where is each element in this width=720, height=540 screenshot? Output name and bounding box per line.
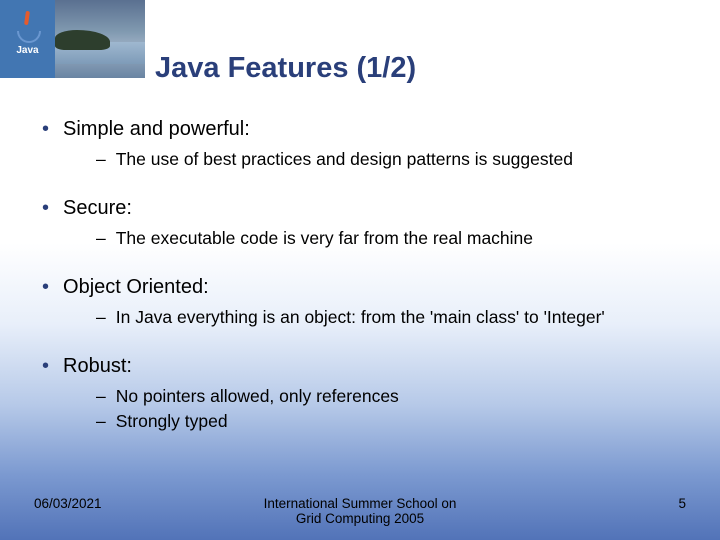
bullet-level1: • Simple and powerful: xyxy=(42,118,700,141)
bullet-dash-icon: – xyxy=(96,228,106,249)
bullet-sub: In Java everything is an object: from th… xyxy=(116,307,605,328)
footer-center-line2: Grid Computing 2005 xyxy=(296,511,424,526)
bullet-dash-icon: – xyxy=(96,307,106,328)
bullet-sub: No pointers allowed, only references xyxy=(116,386,399,407)
bullet-dash-icon: – xyxy=(96,386,106,407)
bullet-group: • Object Oriented: – In Java everything … xyxy=(42,276,700,328)
bullet-sub: Strongly typed xyxy=(116,411,228,432)
java-logo-text: Java xyxy=(16,45,38,56)
slide-footer: 06/03/2021 International Summer School o… xyxy=(0,494,720,530)
bullet-group: • Robust: – No pointers allowed, only re… xyxy=(42,355,700,432)
java-logo: Java xyxy=(0,0,55,78)
bullet-level2: – No pointers allowed, only references xyxy=(96,386,700,407)
bullet-dot-icon: • xyxy=(42,356,49,376)
footer-page-number: 5 xyxy=(678,496,686,511)
java-cup-icon xyxy=(15,23,41,43)
bullet-dot-icon: • xyxy=(42,119,49,139)
bullet-dash-icon: – xyxy=(96,149,106,170)
bullet-dash-icon: – xyxy=(96,411,106,432)
bullet-heading: Simple and powerful: xyxy=(63,118,250,141)
bullet-heading: Robust: xyxy=(63,355,132,378)
bullet-level2: – In Java everything is an object: from … xyxy=(96,307,700,328)
slide-title: Java Features (1/2) xyxy=(155,52,416,85)
decorative-landscape-icon xyxy=(55,0,145,78)
footer-center-line1: International Summer School on xyxy=(264,496,457,511)
bullet-sub: The executable code is very far from the… xyxy=(116,228,533,249)
bullet-group: • Simple and powerful: – The use of best… xyxy=(42,118,700,170)
bullet-group: • Secure: – The executable code is very … xyxy=(42,197,700,249)
footer-center: International Summer School on Grid Comp… xyxy=(0,496,720,526)
bullet-level2: – The executable code is very far from t… xyxy=(96,228,700,249)
bullet-level1: • Robust: xyxy=(42,355,700,378)
bullet-level2: – The use of best practices and design p… xyxy=(96,149,700,170)
bullet-sub: The use of best practices and design pat… xyxy=(116,149,573,170)
bullet-dot-icon: • xyxy=(42,198,49,218)
bullet-heading: Object Oriented: xyxy=(63,276,209,299)
bullet-heading: Secure: xyxy=(63,197,132,220)
bullet-dot-icon: • xyxy=(42,277,49,297)
bullet-level2: – Strongly typed xyxy=(96,411,700,432)
bullet-level1: • Object Oriented: xyxy=(42,276,700,299)
bullet-level1: • Secure: xyxy=(42,197,700,220)
logo-area: Java xyxy=(0,0,145,78)
slide-content: • Simple and powerful: – The use of best… xyxy=(42,118,700,459)
